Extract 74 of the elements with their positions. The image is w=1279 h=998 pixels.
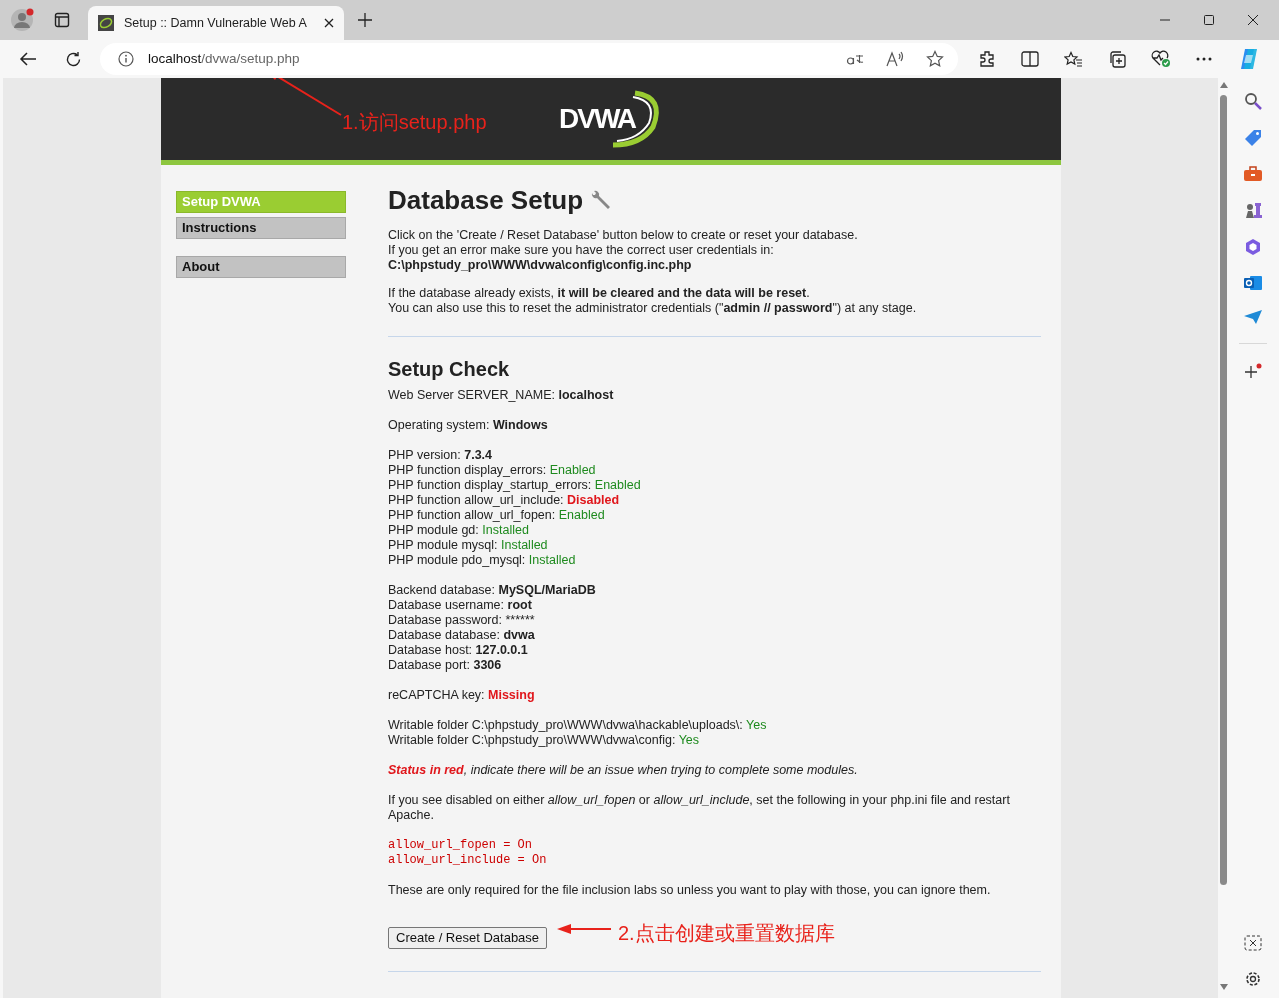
more-icon[interactable] [1196, 57, 1212, 61]
check-line: PHP module gd: Installed [388, 523, 529, 538]
extensions-icon[interactable] [978, 50, 996, 68]
favorites-icon[interactable] [1064, 50, 1083, 68]
check-line: Database host: 127.0.0.1 [388, 643, 528, 658]
check-line: Database port: 3306 [388, 658, 502, 673]
annotation-text: 1.访问setup.php [342, 110, 487, 135]
mail-app-icon[interactable] [1244, 275, 1262, 291]
check-line: PHP function display_errors: Enabled [388, 463, 596, 478]
status-note: Status in red, indicate there will be an issue when trying to complete some modules. [388, 763, 858, 778]
star-icon[interactable] [926, 50, 944, 68]
create-reset-database-button[interactable]: Create / Reset Database [388, 927, 548, 949]
close-icon[interactable] [324, 18, 334, 28]
add-icon[interactable] [1244, 363, 1262, 379]
chess-pieces-icon[interactable] [1244, 201, 1262, 219]
intro-text: You can also use this to reset the administrator credentials ("admin // password") at any stage. [388, 301, 917, 316]
nav-item[interactable]: Instructions [176, 217, 346, 239]
read-aloud-icon[interactable] [886, 51, 904, 67]
tab-title: Setup :: Damn Vulnerable Web A [124, 14, 308, 32]
info-text: If you see disabled on either allow_url_fopen or allow_url_include, set the following in your php.ini file and restart Apache. [388, 793, 1011, 823]
address-bar[interactable]: localhost/dvwa/setup.php [100, 43, 958, 75]
code-line: allow_url_fopen = On [388, 838, 533, 853]
dvwa-logo[interactable]: DVWA [557, 87, 665, 151]
intro-text: C:\phpstudy_pro\WWW\dvwa\config\config.inc.php [388, 258, 692, 273]
page-heading: Database Setup [388, 185, 584, 215]
back-icon[interactable] [19, 51, 37, 67]
hexagon-app-icon[interactable] [1244, 238, 1262, 256]
intro-text: Click on the 'Create / Reset Database' button below to create or reset your database. [388, 228, 858, 243]
annotation-text: 2.点击创建或重置数据库 [618, 921, 835, 946]
check-line: Operating system: Windows [388, 418, 548, 433]
check-line: PHP module pdo_mysql: Installed [388, 553, 576, 568]
check-line: reCAPTCHA key: Missing [388, 688, 535, 703]
new-tab-icon[interactable] [358, 13, 372, 27]
check-line: PHP function display_startup_errors: Enabled [388, 478, 641, 493]
info-icon[interactable] [118, 51, 134, 67]
site-favicon [98, 15, 114, 31]
check-line: Database database: dvwa [388, 628, 535, 643]
nav-item[interactable]: About [176, 256, 346, 278]
translate-icon[interactable] [846, 52, 864, 66]
check-line: Database username: root [388, 598, 532, 613]
intro-text: If you get an error make sure you have the correct user credentials in: [388, 243, 774, 258]
check-line: PHP module mysql: Installed [388, 538, 548, 553]
scroll-up-icon[interactable] [1220, 82, 1228, 88]
check-line: Web Server SERVER_NAME: localhost [388, 388, 614, 403]
split-screen-icon[interactable] [1021, 51, 1039, 67]
tab-actions-icon[interactable] [54, 12, 70, 28]
section-heading: Setup Check [388, 357, 511, 381]
tag-icon[interactable] [1244, 129, 1262, 147]
toolbox-icon[interactable] [1244, 166, 1262, 182]
heart-pulse-icon[interactable] [1151, 50, 1171, 68]
check-line: Writable folder C:\phpstudy_pro\WWW\dvwa\hackable\uploads\: Yes [388, 718, 767, 733]
check-line: PHP version: 7.3.4 [388, 448, 492, 463]
code-line: allow_url_include = On [388, 853, 547, 868]
annotation-arrow [556, 923, 612, 935]
check-line: Writable folder C:\phpstudy_pro\WWW\dvwa\config: Yes [388, 733, 700, 748]
send-icon[interactable] [1244, 310, 1262, 324]
check-line: Backend database: MySQL/MariaDB [388, 583, 596, 598]
refresh-icon[interactable] [65, 50, 82, 68]
search-icon[interactable] [1244, 92, 1262, 110]
wrench-icon [589, 189, 612, 211]
scroll-down-icon[interactable] [1220, 984, 1228, 990]
info-text: These are only required for the file inclusion labs so unless you want to play with those, you can ignore them. [388, 883, 991, 898]
check-line: PHP function allow_url_include: Disabled [388, 493, 620, 508]
screenshot-icon[interactable] [1244, 935, 1262, 951]
profile-icon[interactable] [10, 7, 36, 33]
collections-icon[interactable] [1108, 50, 1126, 68]
intro-text: If the database already exists, it will be cleared and the data will be reset. [388, 286, 810, 301]
settings-icon[interactable] [1244, 970, 1262, 988]
check-line: PHP function allow_url_fopen: Enabled [388, 508, 605, 523]
maximize-icon[interactable] [1203, 14, 1215, 26]
url-text: localhost/dvwa/setup.php [148, 49, 300, 68]
close-icon[interactable] [1247, 14, 1259, 26]
check-line: Database password: ****** [388, 613, 535, 628]
browser-tab[interactable]: Setup :: Damn Vulnerable Web A [88, 6, 344, 40]
